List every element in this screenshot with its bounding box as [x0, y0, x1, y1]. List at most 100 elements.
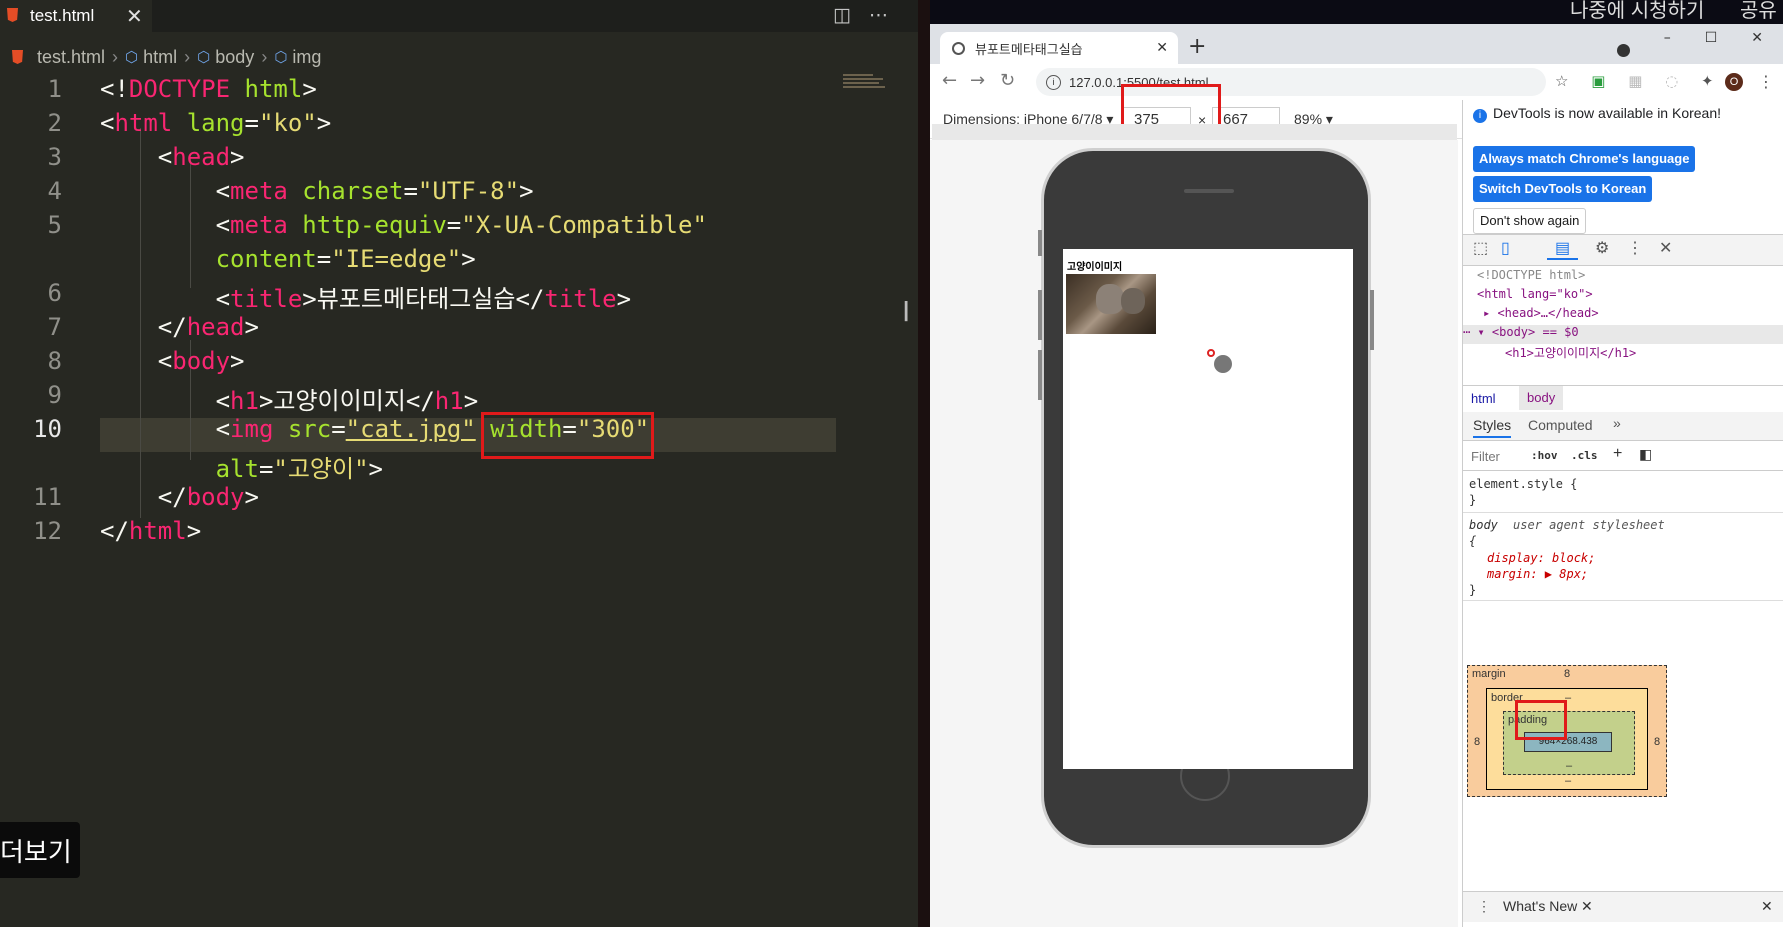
filter-input[interactable]: Filter	[1471, 449, 1500, 464]
dom-line[interactable]: ▸ <head>…</head>	[1483, 306, 1599, 320]
dom-line[interactable]: <h1>고양이이미지</h1>	[1505, 344, 1636, 361]
dom-crumb-html[interactable]: html	[1471, 391, 1496, 406]
close-whats-new-icon[interactable]: ✕	[1581, 898, 1593, 915]
html5-icon	[12, 50, 23, 64]
dont-show-again-button[interactable]: Don't show again	[1473, 208, 1587, 234]
page-screen[interactable]: 고양이이미지	[1063, 249, 1353, 769]
breadcrumb-img[interactable]: img	[292, 47, 321, 68]
chevron-right-icon: ›	[184, 46, 191, 67]
new-rule-icon[interactable]: +	[1613, 445, 1622, 463]
rule-divider	[1463, 512, 1783, 513]
extension-icon[interactable]: ▣	[1591, 72, 1605, 90]
toggle-sidebar-icon[interactable]: ◧	[1639, 446, 1652, 463]
decl-display[interactable]: display: block;	[1487, 551, 1595, 565]
decl-margin[interactable]: margin: ▶ 8px;	[1487, 567, 1588, 581]
chrome-tab[interactable]: 뷰포트메타태그실습 ✕	[940, 32, 1178, 64]
dom-breadcrumb: html body	[1463, 385, 1783, 413]
tab-computed[interactable]: Computed	[1528, 417, 1593, 433]
inspect-element-icon[interactable]: ⬚	[1473, 238, 1488, 258]
highlight-box-width-attr	[481, 412, 654, 459]
ua-stylesheet-label: user agent stylesheet	[1513, 518, 1665, 532]
dom-crumb-body[interactable]: body	[1519, 386, 1564, 410]
close-tab-icon[interactable]: ✕	[126, 4, 143, 29]
box-model-border[interactable]: border – – padding – 964×268.438	[1486, 688, 1648, 790]
tab-whats-new[interactable]: What's New	[1503, 898, 1577, 914]
breadcrumb-html[interactable]: html	[143, 47, 177, 68]
code-line-4: <meta charset="UTF-8">	[100, 177, 534, 205]
reload-icon[interactable]: ↻	[1000, 70, 1015, 91]
line-number: 6	[47, 279, 62, 307]
dom-line[interactable]: <html lang="ko">	[1477, 287, 1593, 301]
dom-line-selected[interactable]: ⋯ ▾ <body> == $0	[1463, 325, 1783, 344]
code-line-9: <h1>고양이이미지</h1>	[100, 387, 479, 415]
media-query-ruler[interactable]	[932, 124, 1457, 140]
window-divider	[918, 0, 930, 927]
back-icon[interactable]: ←	[942, 70, 957, 91]
close-devtools-icon[interactable]: ✕	[1659, 238, 1672, 258]
new-tab-icon[interactable]: +	[1188, 34, 1206, 59]
extension-icon[interactable]: ▦	[1628, 72, 1642, 90]
editor-actions: ◫ ⋯	[815, 4, 888, 26]
page-favicon-icon	[952, 41, 965, 55]
hov-toggle[interactable]: :hov	[1531, 449, 1558, 462]
watch-later-label[interactable]: 나중에 시청하기	[1570, 0, 1704, 23]
close-brace: }	[1469, 583, 1477, 597]
close-window-icon[interactable]: ✕	[1751, 30, 1763, 46]
box-model-margin[interactable]: margin 8 8 8 border – – padding – 964×26…	[1467, 665, 1667, 797]
code-line-10-wrap: alt="고양이">	[215, 455, 383, 483]
devtools-notice-text: DevTools is now available in Korean!	[1493, 105, 1722, 121]
more-caption[interactable]: 더보기	[0, 822, 80, 878]
close-drawer-icon[interactable]: ✕	[1761, 898, 1773, 915]
open-brace: {	[1469, 534, 1477, 548]
device-toggle-icon[interactable]: ▯	[1501, 238, 1510, 258]
settings-gear-icon[interactable]: ⚙	[1595, 238, 1609, 258]
box-model-margin-right: 8	[1654, 736, 1661, 748]
more-caption-label: 더보기	[0, 837, 72, 868]
box-model-margin-left: 8	[1474, 736, 1481, 748]
breadcrumb-file[interactable]: test.html	[37, 47, 105, 68]
avatar[interactable]: O	[1725, 73, 1743, 91]
breadcrumb-body[interactable]: body	[215, 47, 254, 68]
editor-tab-test-html[interactable]: test.html ✕	[0, 0, 152, 32]
close-tab-icon[interactable]: ✕	[1156, 39, 1168, 56]
site-info-icon[interactable]: i	[1046, 74, 1061, 90]
switch-to-korean-button[interactable]: Switch DevTools to Korean	[1473, 176, 1653, 202]
dom-line[interactable]: <!DOCTYPE html>	[1477, 268, 1585, 282]
dom-line-text: <head>…</head>	[1497, 306, 1599, 320]
split-editor-icon[interactable]: ◫	[833, 4, 851, 26]
code-line-3: <head>	[100, 143, 245, 171]
devtools-menu-icon[interactable]: ⋮	[1627, 238, 1643, 258]
line-number: 3	[47, 143, 62, 171]
tab-styles[interactable]: Styles	[1473, 417, 1512, 438]
click-indicator-icon	[1207, 349, 1215, 357]
tab-search-icon[interactable]	[1617, 44, 1630, 57]
video-top-strip: 나중에 시청하기 공유	[930, 0, 1783, 24]
extension-icon[interactable]: ◌	[1665, 72, 1678, 90]
maximize-icon[interactable]: ☐	[1705, 30, 1718, 46]
minimap[interactable]	[843, 72, 887, 96]
minimize-icon[interactable]: –	[1664, 30, 1671, 46]
chrome-toolbar: ← → ↻ i 127.0.0.1:5500/test.html ☆ ▣ ▦ ◌…	[930, 64, 1783, 101]
always-match-language-button[interactable]: Always match Chrome's language	[1473, 146, 1696, 172]
puzzle-icon[interactable]: ✦	[1701, 72, 1714, 90]
box-model-border-bottom: –	[1565, 775, 1572, 787]
highlight-box-content-size	[1515, 700, 1567, 740]
address-bar[interactable]: i 127.0.0.1:5500/test.html	[1036, 68, 1546, 96]
element-style-rule[interactable]: element.style {	[1469, 477, 1577, 491]
console-messages-icon[interactable]: ▤	[1547, 238, 1579, 260]
drawer-menu-icon[interactable]: ⋮	[1477, 898, 1491, 915]
tab-more[interactable]: »	[1613, 415, 1621, 431]
code-line-7: </head>	[100, 313, 259, 341]
elements-tree[interactable]: <!DOCTYPE html> <html lang="ko"> ▸ <head…	[1463, 266, 1783, 381]
cls-toggle[interactable]: .cls	[1571, 449, 1598, 462]
bookmark-star-icon[interactable]: ☆	[1555, 72, 1568, 90]
speaker-icon	[1184, 189, 1234, 193]
line-number: 9	[47, 381, 62, 409]
forward-icon[interactable]: →	[970, 70, 985, 91]
kebab-menu-icon[interactable]: ⋮	[1758, 72, 1774, 91]
more-actions-icon[interactable]: ⋯	[869, 4, 888, 26]
code-line-6: <title>뷰포트메타태그실습</title>	[100, 285, 632, 313]
touch-cursor-icon	[1214, 355, 1232, 373]
devtools-panel: i DevTools is now available in Korean! Al…	[1462, 100, 1783, 927]
share-label[interactable]: 공유	[1740, 0, 1777, 23]
